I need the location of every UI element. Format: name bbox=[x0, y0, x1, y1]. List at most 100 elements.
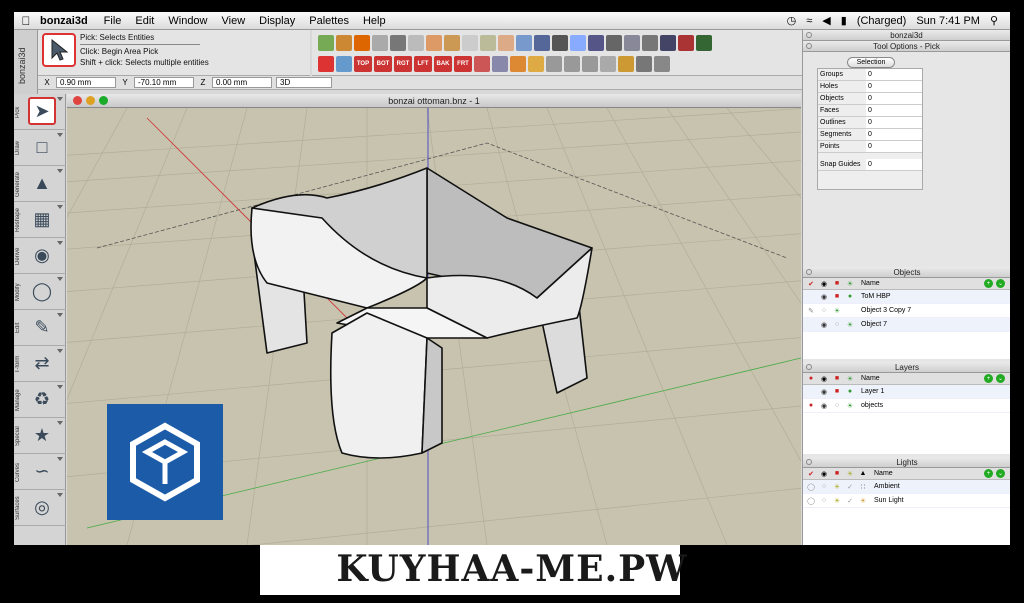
check-icon[interactable]: ✔ bbox=[806, 469, 816, 479]
add-layer-icon[interactable]: + bbox=[984, 374, 993, 383]
list-item[interactable]: ◯ ○ ☀ ✓ ☀ Sun Light bbox=[803, 494, 1010, 508]
pick-tool-icon[interactable]: ➤ bbox=[28, 97, 56, 125]
camera-icon[interactable] bbox=[318, 35, 334, 51]
frame-icon[interactable] bbox=[618, 56, 634, 72]
eye-icon[interactable]: ◉ bbox=[819, 320, 829, 330]
x-field[interactable]: 0.90 mm bbox=[56, 77, 116, 88]
expand-arrow-icon[interactable] bbox=[57, 241, 63, 245]
edit-tool-icon[interactable]: ✎ bbox=[28, 313, 56, 341]
cube-icon[interactable] bbox=[624, 35, 640, 51]
close-button[interactable] bbox=[73, 96, 82, 105]
palette-tool-reshape[interactable]: Reshape ▦ bbox=[14, 202, 66, 238]
grid-icon[interactable] bbox=[534, 35, 550, 51]
volume-icon[interactable]: ◀ bbox=[822, 14, 830, 27]
palette-tool-tform[interactable]: T-form ⇄ bbox=[14, 346, 66, 382]
check-icon[interactable]: ✓ bbox=[845, 496, 855, 506]
clock[interactable]: Sun 7:41 PM bbox=[916, 15, 980, 27]
toggle-icon[interactable]: ◯ bbox=[806, 496, 816, 506]
menu-palettes[interactable]: Palettes bbox=[302, 15, 356, 27]
sun-icon[interactable]: ☀ bbox=[832, 482, 842, 492]
eye-icon[interactable]: ◉ bbox=[819, 279, 829, 289]
eye-icon[interactable]: ◉ bbox=[819, 387, 829, 397]
generate-tool-icon[interactable]: ▲ bbox=[28, 169, 56, 197]
lock-icon[interactable]: ○ bbox=[819, 496, 829, 506]
gear-icon[interactable] bbox=[606, 35, 622, 51]
eye-icon[interactable]: ◉ bbox=[819, 401, 829, 411]
sun-icon[interactable]: ☀ bbox=[845, 320, 855, 330]
sun-icon[interactable]: ☀ bbox=[845, 374, 855, 384]
name-column[interactable]: Name bbox=[861, 280, 981, 287]
menu-help[interactable]: Help bbox=[356, 15, 393, 27]
expand-arrow-icon[interactable] bbox=[57, 277, 63, 281]
menu-window[interactable]: Window bbox=[161, 15, 214, 27]
zoom-button[interactable] bbox=[99, 96, 108, 105]
list-item[interactable]: ◉ ■ ● Layer 1 bbox=[803, 385, 1010, 399]
lock-icon[interactable]: ■ bbox=[832, 292, 842, 302]
palette-tool-modify[interactable]: Modify ◯ bbox=[14, 274, 66, 310]
fit-icon[interactable] bbox=[600, 56, 616, 72]
menu-edit[interactable]: Edit bbox=[128, 15, 161, 27]
palette-tool-curves[interactable]: Curves ∽ bbox=[14, 454, 66, 490]
sphere-icon[interactable] bbox=[552, 35, 568, 51]
add-light-icon[interactable]: + bbox=[984, 469, 993, 478]
walk-icon[interactable] bbox=[636, 56, 652, 72]
status-icon[interactable]: ● bbox=[845, 292, 855, 302]
mode-select[interactable]: 3D bbox=[276, 77, 332, 88]
redo-icon[interactable] bbox=[444, 35, 460, 51]
selection-button[interactable]: Selection bbox=[847, 57, 895, 68]
folder-icon[interactable] bbox=[498, 35, 514, 51]
expand-arrow-icon[interactable] bbox=[57, 421, 63, 425]
view-frt-button[interactable]: FRT bbox=[454, 56, 472, 72]
apple-icon[interactable]:  bbox=[14, 14, 38, 28]
expand-arrow-icon[interactable] bbox=[57, 97, 63, 101]
sun-icon[interactable]: ☀ bbox=[845, 279, 855, 289]
view-bak-button[interactable]: BAK bbox=[434, 56, 452, 72]
expand-arrow-icon[interactable] bbox=[57, 493, 63, 497]
list-item[interactable]: ● ◉ ○ ☀ objects bbox=[803, 399, 1010, 413]
manage-tool-icon[interactable]: ♻ bbox=[28, 385, 56, 413]
options-icon[interactable]: ⌄ bbox=[996, 374, 1005, 383]
zoom-icon[interactable] bbox=[582, 56, 598, 72]
active-icon[interactable]: ● bbox=[806, 401, 816, 411]
expand-arrow-icon[interactable] bbox=[57, 169, 63, 173]
shade-icon[interactable] bbox=[570, 35, 586, 51]
undo-icon[interactable] bbox=[426, 35, 442, 51]
box-icon[interactable] bbox=[660, 35, 676, 51]
zoom-out-icon[interactable] bbox=[564, 56, 580, 72]
options-icon[interactable]: ⌄ bbox=[996, 279, 1005, 288]
spotlight-icon[interactable]: ⚲ bbox=[990, 14, 998, 27]
lock-icon[interactable]: ■ bbox=[832, 374, 842, 384]
expand-arrow-icon[interactable] bbox=[57, 457, 63, 461]
battery-status[interactable]: (Charged) bbox=[857, 15, 907, 27]
pointer-icon[interactable] bbox=[336, 56, 352, 72]
modify-tool-icon[interactable]: ◯ bbox=[28, 277, 56, 305]
curves-tool-icon[interactable]: ∽ bbox=[28, 457, 56, 485]
view-lft-button[interactable]: LFT bbox=[414, 56, 432, 72]
expand-arrow-icon[interactable] bbox=[57, 349, 63, 353]
palette-tool-manage[interactable]: Manage ♻ bbox=[14, 382, 66, 418]
3d-viewport[interactable] bbox=[67, 108, 801, 545]
toggle-icon[interactable]: ◯ bbox=[806, 482, 816, 492]
add-object-icon[interactable]: + bbox=[984, 279, 993, 288]
ambient-icon[interactable]: ∷ bbox=[858, 482, 868, 492]
paper-icon[interactable] bbox=[408, 35, 424, 51]
time-machine-icon[interactable]: ◷ bbox=[787, 14, 797, 27]
lock-icon[interactable]: ○ bbox=[832, 320, 842, 330]
lock-icon[interactable]: ○ bbox=[832, 401, 842, 411]
brush-icon[interactable] bbox=[336, 35, 352, 51]
menu-view[interactable]: View bbox=[215, 15, 253, 27]
surfaces-tool-icon[interactable]: ◎ bbox=[28, 493, 56, 521]
view-top-button[interactable]: TOP bbox=[354, 56, 372, 72]
sun-icon[interactable]: ☀ bbox=[832, 496, 842, 506]
copy-icon[interactable] bbox=[372, 35, 388, 51]
list-item[interactable]: ◉ ○ ☀ Object 7 bbox=[803, 318, 1010, 332]
sun-light-icon[interactable]: ☀ bbox=[858, 496, 868, 506]
sun-icon[interactable]: ☀ bbox=[845, 469, 855, 479]
minimize-button[interactable] bbox=[86, 96, 95, 105]
palette-tool-derive[interactable]: Derive ◉ bbox=[14, 238, 66, 274]
list-item[interactable]: ✎ ○ ☀ Object 3 Copy 7 bbox=[803, 304, 1010, 318]
view-rgt-button[interactable]: RGT bbox=[394, 56, 412, 72]
render-icon[interactable] bbox=[678, 35, 694, 51]
zoom-in-icon[interactable] bbox=[546, 56, 562, 72]
eye-icon[interactable]: ◉ bbox=[819, 469, 829, 479]
